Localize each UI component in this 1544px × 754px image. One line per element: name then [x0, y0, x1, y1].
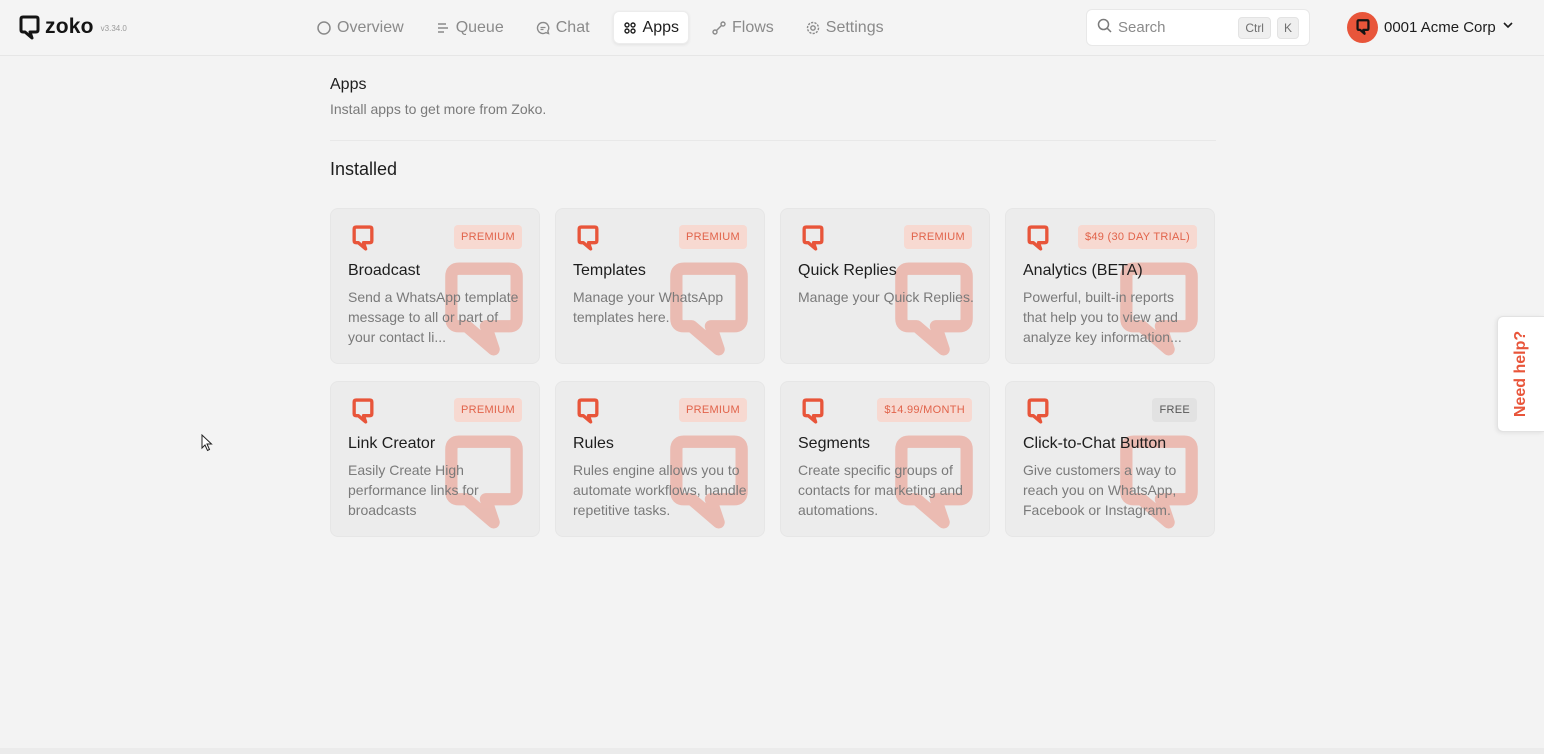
app-title: Click-to-Chat Button [1023, 435, 1167, 452]
main-nav: Overview Queue Chat Apps Flows Settings [308, 11, 893, 44]
app-title: Broadcast [348, 262, 421, 279]
nav-settings-label: Settings [825, 18, 884, 36]
circle-icon [317, 20, 331, 35]
app-badge: PREMIUM [678, 225, 747, 249]
nav-chat-label: Chat [555, 18, 590, 36]
shortcut-k-key: K [1276, 16, 1299, 39]
account-avatar [1347, 11, 1378, 43]
header-divider [330, 140, 1216, 141]
app-badge: PREMIUM [453, 398, 522, 422]
app-title: Link Creator [348, 435, 436, 452]
app-badge: PREMIUM [903, 225, 972, 249]
section-title-installed: Installed [330, 159, 398, 179]
app-card-analytics[interactable]: $49 (30 DAY TRIAL) Analytics (BETA) Powe… [1005, 208, 1215, 364]
nav-apps[interactable]: Apps [612, 11, 689, 44]
app-icon [352, 398, 374, 424]
search-icon [1097, 18, 1112, 38]
chevron-down-icon [1502, 18, 1514, 36]
nav-overview[interactable]: Overview [308, 11, 413, 44]
zoko-logo-icon [19, 15, 40, 40]
grid-dots-icon [623, 21, 637, 35]
need-help-tab[interactable]: Need help? [1497, 316, 1544, 432]
app-icon [577, 225, 599, 251]
app-description: Create specific groups of contacts for m… [798, 462, 963, 518]
app-description: Manage your Quick Replies. [798, 289, 974, 305]
nav-settings[interactable]: Settings [797, 11, 893, 44]
bottom-border [0, 748, 1544, 754]
app-description: Powerful, built-in reports that help you… [1023, 289, 1182, 345]
app-description: Send a WhatsApp template message to all … [348, 289, 519, 345]
list-icon [436, 21, 450, 35]
app-card-templates[interactable]: PREMIUM Templates Manage your WhatsApp t… [555, 208, 765, 364]
nav-apps-label: Apps [642, 18, 679, 36]
app-title: Rules [573, 435, 614, 452]
search-label: Search [1118, 19, 1166, 36]
nav-flows[interactable]: Flows [703, 11, 783, 44]
app-icon [577, 398, 599, 424]
top-bar: zoko v3.34.0 Overview Queue Chat Apps Fl… [0, 0, 1544, 56]
page-subtitle: Install apps to get more from Zoko. [330, 101, 547, 117]
app-title: Segments [798, 435, 871, 452]
chat-bubble-icon [536, 21, 550, 35]
app-title: Analytics (BETA) [1023, 262, 1143, 279]
need-help-label: Need help? [1512, 330, 1530, 418]
nav-queue-label: Queue [455, 18, 504, 36]
app-card-click-to-chat[interactable]: FREE Click-to-Chat Button Give customers… [1005, 381, 1215, 537]
nav-flows-label: Flows [732, 18, 774, 36]
app-card-broadcast[interactable]: PREMIUM Broadcast Send a WhatsApp templa… [330, 208, 540, 364]
app-card-segments[interactable]: $14.99/MONTH Segments Create specific gr… [780, 381, 990, 537]
app-title: Quick Replies [798, 262, 897, 279]
apps-grid: PREMIUM Broadcast Send a WhatsApp templa… [330, 208, 1217, 537]
app-icon [802, 225, 824, 251]
app-icon [802, 398, 824, 424]
app-description: Give customers a way to reach you on Wha… [1023, 462, 1177, 518]
account-name: 0001 Acme Corp [1384, 18, 1496, 36]
app-description: Easily Create High performance links for… [348, 462, 479, 518]
page-header: Apps Install apps to get more from Zoko. [330, 76, 1216, 117]
brand-logo[interactable]: zoko v3.34.0 [19, 14, 127, 40]
gear-icon [806, 21, 820, 35]
app-icon [1027, 225, 1049, 251]
app-title: Templates [573, 262, 646, 279]
brand-name: zoko [45, 15, 94, 38]
nav-queue[interactable]: Queue [427, 11, 513, 44]
app-icon [352, 225, 374, 251]
shortcut-ctrl-key: Ctrl [1238, 16, 1271, 39]
account-switcher[interactable]: 0001 Acme Corp [1347, 11, 1514, 43]
app-description: Rules engine allows you to automate work… [573, 462, 747, 518]
app-card-quick-replies[interactable]: PREMIUM Quick Replies Manage your Quick … [780, 208, 990, 364]
app-badge: $14.99/MONTH [877, 398, 972, 422]
app-version: v3.34.0 [100, 24, 127, 33]
app-icon [1027, 398, 1049, 424]
app-description: Manage your WhatsApp templates here. [573, 289, 724, 325]
flow-icon [712, 20, 726, 35]
app-badge: PREMIUM [678, 398, 747, 422]
app-card-rules[interactable]: PREMIUM Rules Rules engine allows you to… [555, 381, 765, 537]
search-button[interactable]: Search Ctrl K [1086, 9, 1310, 46]
app-card-link-creator[interactable]: PREMIUM Link Creator Easily Create High … [330, 381, 540, 537]
app-badge: $49 (30 DAY TRIAL) [1077, 225, 1197, 249]
nav-chat[interactable]: Chat [527, 11, 599, 44]
zoko-watermark-icon [895, 262, 973, 356]
app-badge: FREE [1152, 398, 1197, 422]
page-title: Apps [330, 76, 367, 93]
nav-overview-label: Overview [337, 18, 404, 36]
mouse-cursor-icon [201, 434, 213, 452]
app-badge: PREMIUM [453, 225, 522, 249]
